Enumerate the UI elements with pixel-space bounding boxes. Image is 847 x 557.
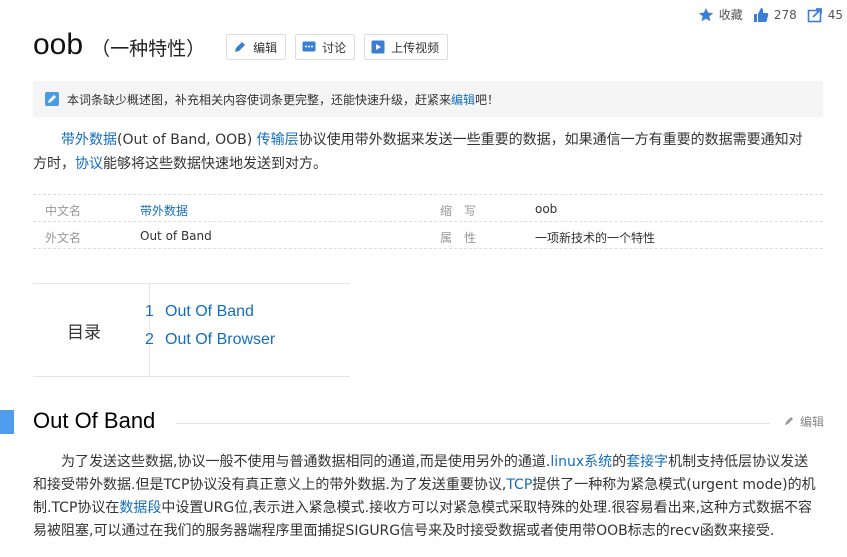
discuss-button-label: 讨论 [322, 40, 347, 55]
summary-text: (Out of Band, OOB) [117, 132, 257, 148]
top-actions: 收藏 278 45 [698, 6, 843, 23]
catalog-divider [149, 284, 150, 376]
summary-link-oob-data[interactable]: 带外数据 [61, 132, 117, 148]
catalog-item-number: 2 [145, 331, 154, 348]
title-row: oob （一种特性） 编辑 讨论 上传视频 [33, 28, 449, 62]
info-name: 属 性 [440, 231, 477, 245]
pencil-icon [233, 40, 247, 54]
notice-text: 本词条缺少概述图，补充相关内容使词条更完整，还能快速升级，赶紧来 [67, 92, 452, 107]
basic-info-row: 外文名 Out of Band 属 性 一项新技术的一个特性 [33, 222, 823, 249]
favorite-button[interactable]: 收藏 [698, 6, 743, 23]
catalog-item[interactable]: 1 Out Of Band [145, 303, 254, 321]
info-value: Out of Band [140, 229, 212, 243]
share-icon [807, 7, 823, 23]
summary-text: 能够将这些数据快速地发送到对方。 [103, 156, 327, 172]
info-name: 缩 写 [440, 204, 477, 218]
notice-text-suffix: 吧！ [475, 92, 500, 107]
section-title: Out Of Band [33, 408, 156, 433]
chat-bubble-icon [302, 40, 316, 54]
info-value: oob [535, 202, 558, 216]
info-name: 外文名 [45, 231, 82, 245]
section-paragraph: 为了发送这些数据,协议一般不使用与普通数据相同的通道,而是使用另外的通道.lin… [33, 451, 818, 543]
star-icon [698, 7, 714, 23]
title-buttons: 编辑 讨论 上传视频 [217, 34, 449, 60]
info-name: 中文名 [45, 204, 82, 218]
section-edit-button[interactable]: 编辑 [784, 413, 824, 430]
like-button[interactable]: 278 [753, 7, 797, 23]
section-accent-bar [0, 410, 14, 434]
para-link-data-segment[interactable]: 数据段 [119, 500, 161, 516]
summary-link-protocol[interactable]: 协议 [75, 156, 103, 172]
lemma-summary: 带外数据(Out of Band, OOB) 传输层协议使用带外数据来发送一些重… [33, 128, 813, 176]
para-text: 的 [612, 454, 627, 470]
para-text: 为了发送这些数据,协议一般不使用与普通数据相同的通道,而是使用另外的通道. [61, 454, 551, 470]
like-count: 278 [773, 7, 797, 22]
catalog-item-number: 1 [145, 303, 154, 320]
share-button[interactable]: 45 [807, 7, 843, 23]
catalog-item[interactable]: 2 Out Of Browser [145, 331, 275, 349]
pencil-icon [784, 414, 796, 429]
favorite-label: 收藏 [718, 8, 743, 22]
edit-button[interactable]: 编辑 [226, 34, 287, 60]
video-play-icon [371, 40, 385, 54]
summary-link-transport-layer[interactable]: 传输层 [257, 132, 299, 148]
section-divider [176, 423, 770, 424]
upload-video-button-label: 上传视频 [391, 40, 440, 55]
basic-info-row: 中文名 带外数据 缩 写 oob [33, 194, 823, 222]
section-edit-label: 编辑 [800, 415, 825, 429]
edit-pencil-icon [45, 92, 59, 106]
page-title: oob [33, 28, 84, 61]
missing-image-notice: 本词条缺少概述图，补充相关内容使词条更完整，还能快速升级，赶紧来 编辑 吧！ [33, 81, 823, 117]
page-subtitle: （一种特性） [91, 37, 206, 60]
thumbs-up-icon [753, 7, 769, 23]
discuss-button[interactable]: 讨论 [295, 34, 356, 60]
para-link-linux-system[interactable]: linux系统 [550, 454, 612, 470]
share-count: 45 [827, 7, 843, 22]
edit-button-label: 编辑 [253, 40, 278, 55]
basic-info-table: 中文名 带外数据 缩 写 oob 外文名 Out of Band 属 性 一项新… [33, 194, 823, 249]
notice-edit-link[interactable]: 编辑 [451, 91, 475, 108]
info-value: 一项新技术的一个特性 [535, 231, 656, 245]
catalog: 目录 1 Out Of Band 2 Out Of Browser [33, 283, 350, 377]
info-value-link[interactable]: 带外数据 [140, 202, 188, 219]
para-link-tcp[interactable]: TCP [506, 477, 532, 493]
catalog-item-text: Out Of Browser [165, 331, 276, 348]
catalog-label: 目录 [67, 323, 101, 343]
catalog-item-text: Out Of Band [165, 303, 254, 320]
upload-video-button[interactable]: 上传视频 [364, 34, 449, 60]
para-link-socket[interactable]: 套接字 [626, 454, 668, 470]
